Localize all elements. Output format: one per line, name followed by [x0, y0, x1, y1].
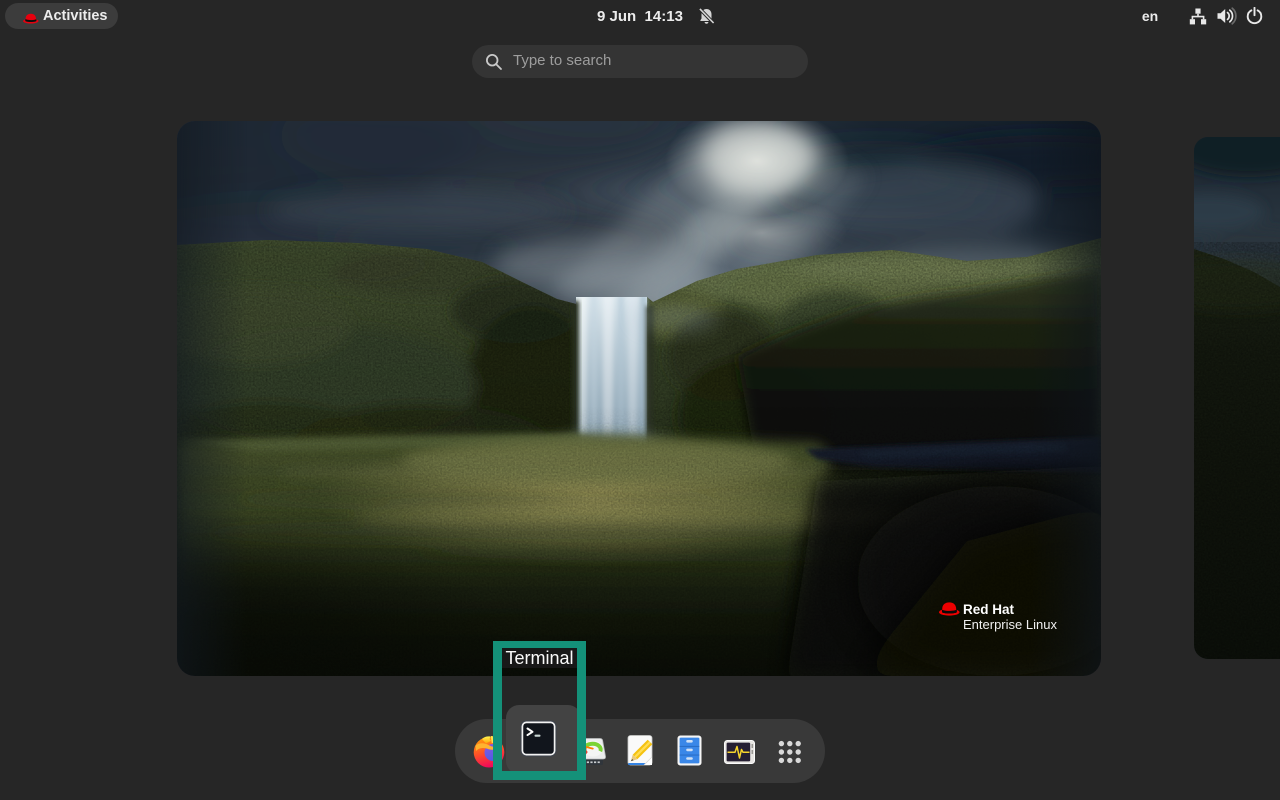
svg-text:Red Hat: Red Hat [963, 602, 1015, 617]
svg-text:Enterprise Linux: Enterprise Linux [963, 617, 1057, 632]
